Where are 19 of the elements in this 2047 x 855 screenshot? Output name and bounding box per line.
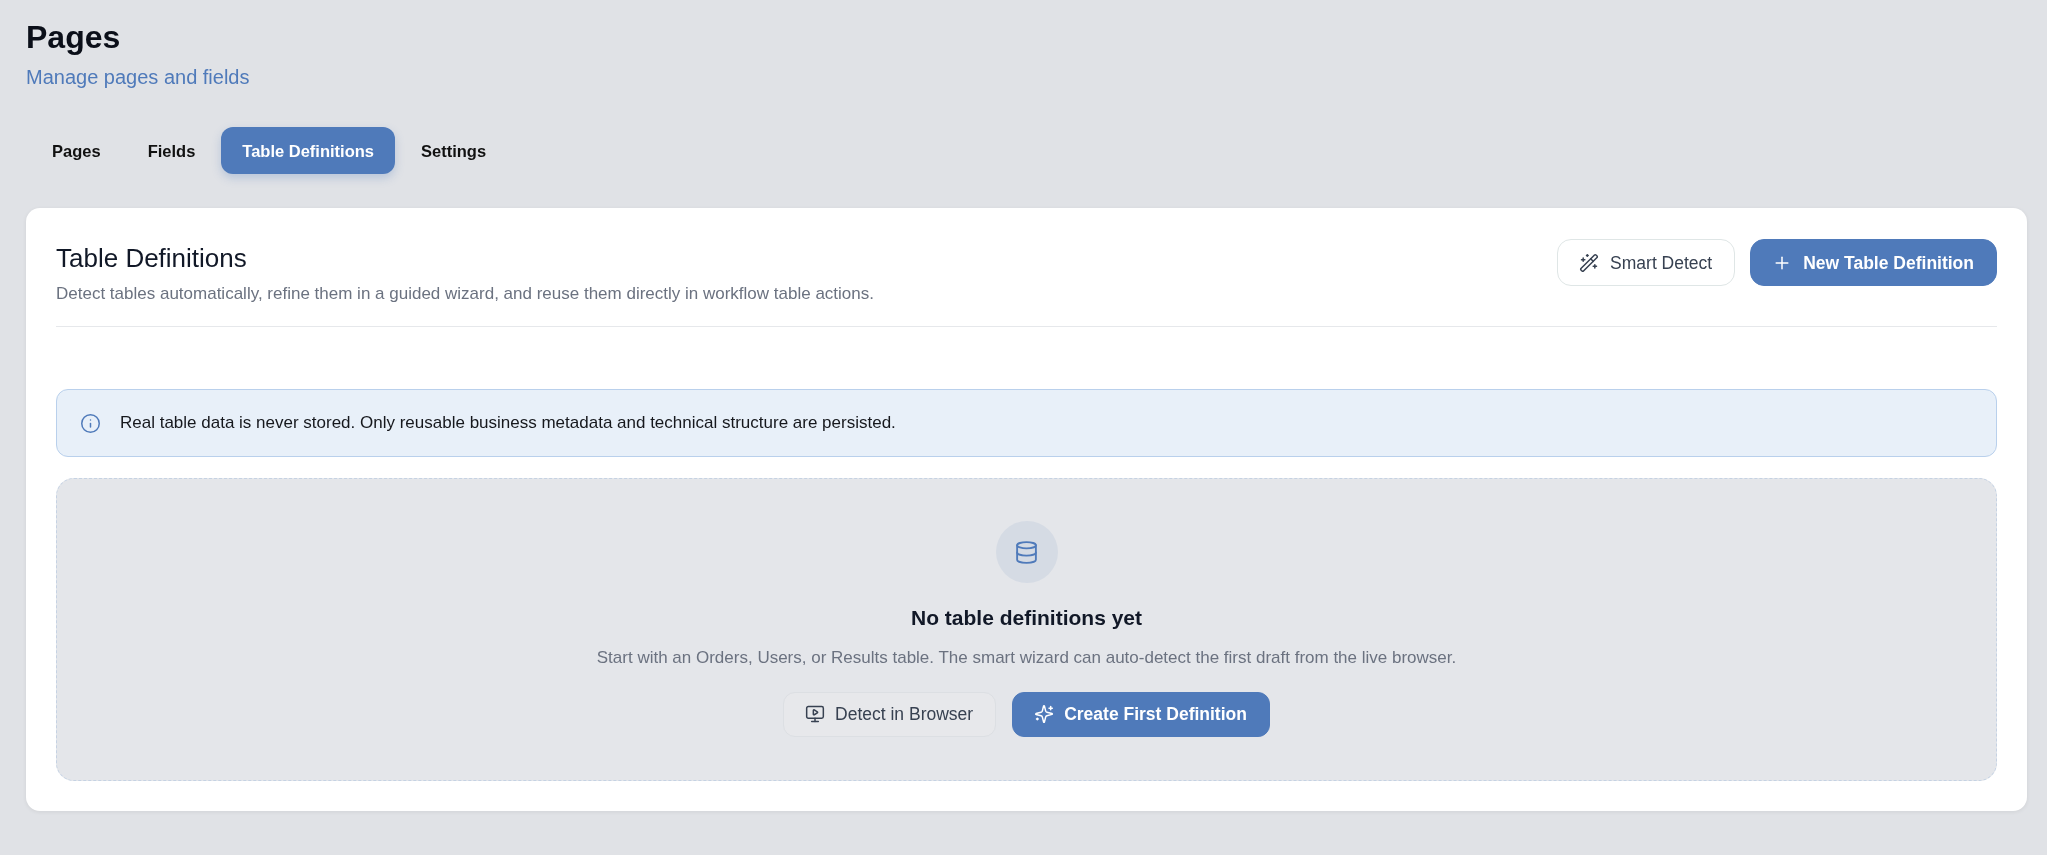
sparkles-icon <box>1034 704 1055 725</box>
page-title: Pages <box>26 18 121 57</box>
magic-wand-icon <box>1579 252 1600 273</box>
monitor-play-icon <box>805 704 826 725</box>
notice-text: Real table data is never stored. Only reusable business metadata and technical structure are persisted. <box>120 412 896 435</box>
section-description: Detect tables automatically, refine them in a guided wizard, and reuse them directly in workflow table actions. <box>56 282 874 305</box>
create-first-definition-button[interactable]: Create First Definition <box>1012 691 1270 737</box>
tab[interactable]: Table Definitions <box>221 127 395 175</box>
empty-state-description: Start with an Orders, Users, or Results table. The smart wizard can auto-detect the first draft from the live browser. <box>596 647 1457 670</box>
tab[interactable]: Fields <box>126 127 217 175</box>
empty-state-title: No table definitions yet <box>911 605 1142 632</box>
tab[interactable]: Pages <box>31 127 122 175</box>
new-table-definition-button[interactable]: New Table Definition <box>1750 239 1997 287</box>
page-subtitle: Manage pages and fields <box>26 65 250 90</box>
section-title: Table Definitions <box>56 243 247 275</box>
detect-in-browser-button[interactable]: Detect in Browser <box>783 691 997 737</box>
smart-detect-button[interactable]: Smart Detect <box>1557 239 1736 287</box>
info-icon <box>80 412 101 434</box>
tab[interactable]: Settings <box>400 127 508 175</box>
